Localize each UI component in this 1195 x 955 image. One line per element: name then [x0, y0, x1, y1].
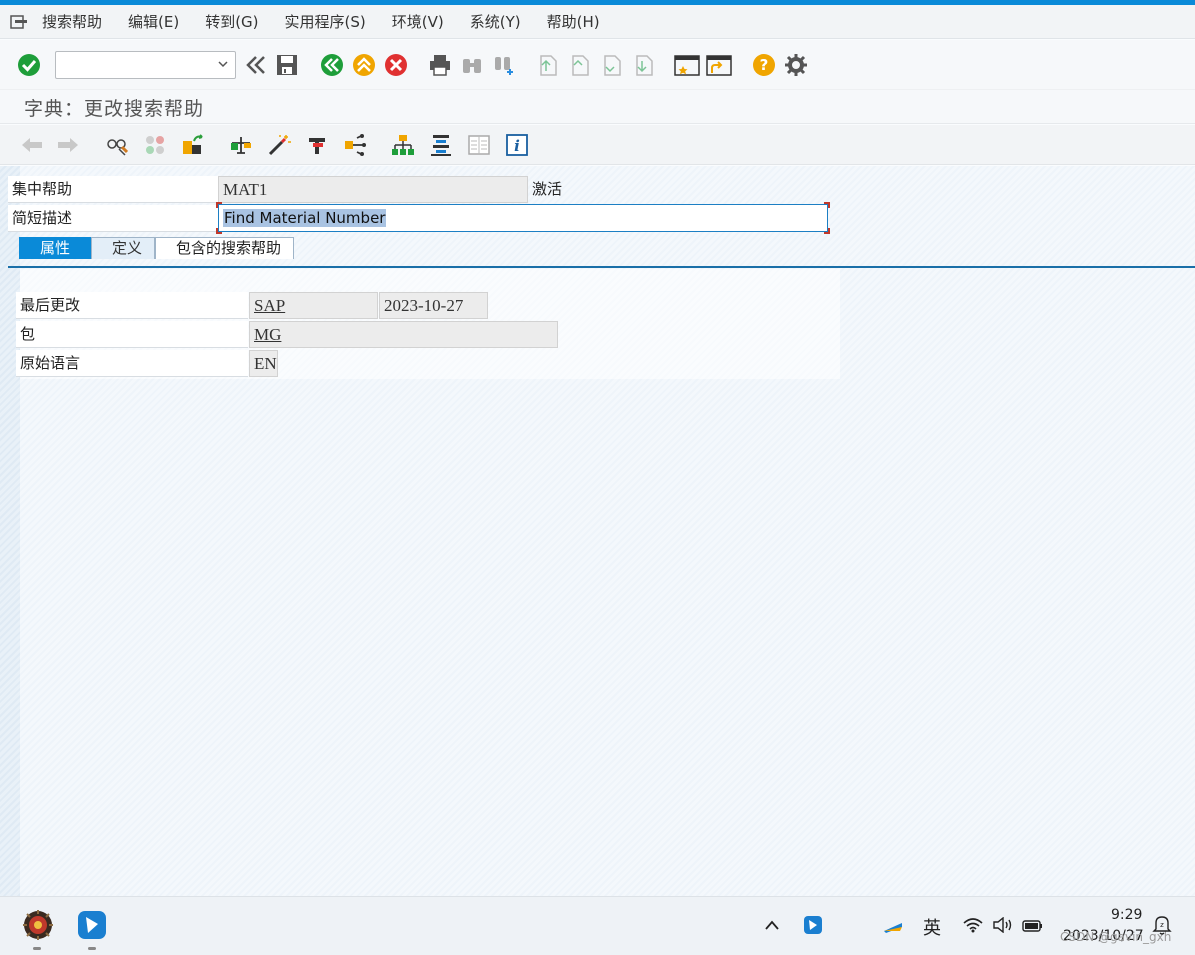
- short-description-input[interactable]: Find Material Number: [218, 204, 828, 232]
- command-field[interactable]: [55, 51, 236, 79]
- display-change-glasses-icon[interactable]: [105, 133, 129, 157]
- command-input[interactable]: [56, 52, 206, 78]
- feishu-app-icon[interactable]: [76, 909, 108, 941]
- tab-included-search-helps[interactable]: 包含的搜索帮助: [155, 237, 295, 259]
- last-page-icon[interactable]: [631, 52, 657, 78]
- new-session-icon[interactable]: [674, 52, 700, 78]
- cancel-icon[interactable]: [383, 52, 409, 78]
- help-icon[interactable]: ?: [751, 52, 777, 78]
- documentation-icon[interactable]: [467, 133, 491, 157]
- exit-icon[interactable]: [351, 52, 377, 78]
- original-language-field[interactable]: EN: [249, 350, 278, 377]
- svg-text:?: ?: [760, 56, 769, 74]
- running-indicator: [33, 947, 41, 950]
- align-list-icon[interactable]: [429, 133, 453, 157]
- check-scale-icon[interactable]: [229, 133, 253, 157]
- arrow-left-icon[interactable]: [20, 133, 44, 157]
- collective-help-field[interactable]: MAT1: [218, 176, 528, 203]
- collective-help-label: 集中帮助: [8, 176, 218, 203]
- package-value: MG: [254, 325, 282, 344]
- input-method-icon[interactable]: [882, 919, 904, 937]
- menu-help[interactable]: 帮助(H): [547, 11, 600, 32]
- print-icon[interactable]: [427, 52, 453, 78]
- ime-language[interactable]: 英: [923, 914, 941, 940]
- last-changed-by-field[interactable]: SAP: [249, 292, 378, 319]
- left-stripe: [0, 166, 20, 896]
- volume-icon[interactable]: [992, 916, 1014, 937]
- status-text: 激活: [532, 180, 563, 198]
- find-next-icon[interactable]: [491, 52, 517, 78]
- where-used-icon[interactable]: [343, 133, 367, 157]
- menu-system[interactable]: 系统(Y): [470, 11, 521, 32]
- active-inactive-icon[interactable]: [143, 133, 167, 157]
- find-icon[interactable]: [459, 52, 485, 78]
- focus-corner: [216, 228, 222, 234]
- focus-corner: [216, 202, 222, 208]
- page-title: 字典：更改搜索帮助: [24, 98, 205, 120]
- last-changed-label: 最后更改: [16, 292, 248, 319]
- menu-bar: 搜索帮助 编辑(E) 转到(G) 实用程序(S) 环境(V) 系统(Y) 帮助(…: [0, 5, 1195, 39]
- tab-strip: 属性 定义 包含的搜索帮助: [19, 237, 295, 259]
- standard-toolbar: ?: [0, 40, 1195, 90]
- chevron-up-icon[interactable]: [764, 917, 780, 935]
- short-description-value: Find Material Number: [223, 209, 387, 227]
- application-toolbar: i: [0, 125, 1195, 165]
- last-changed-by-value: SAP: [254, 296, 286, 315]
- last-changed-date-field[interactable]: 2023-10-27: [379, 292, 488, 319]
- chevron-down-icon[interactable]: [217, 59, 229, 69]
- sap-logon-app-icon[interactable]: [22, 909, 54, 941]
- arrow-right-icon[interactable]: [56, 133, 80, 157]
- tab-definition[interactable]: 定义: [91, 237, 156, 259]
- title-bar: 字典：更改搜索帮助: [0, 90, 1195, 124]
- feishu-tray-icon[interactable]: [803, 915, 823, 939]
- clock-time[interactable]: 9:29: [1111, 907, 1142, 923]
- hierarchy-icon[interactable]: [391, 133, 415, 157]
- menu-toggle-icon[interactable]: [10, 14, 28, 29]
- collapse-left-icon[interactable]: [243, 52, 269, 78]
- enter-check-icon[interactable]: [16, 52, 42, 78]
- tab-underline: [8, 266, 1195, 268]
- settings-gear-icon[interactable]: [783, 52, 809, 78]
- battery-icon[interactable]: [1022, 917, 1044, 937]
- original-language-label: 原始语言: [16, 350, 248, 377]
- running-indicator: [88, 947, 96, 950]
- short-description-label: 简短描述: [8, 205, 218, 232]
- menu-utilities[interactable]: 实用程序(S): [285, 11, 366, 32]
- tab-attributes[interactable]: 属性: [19, 237, 92, 259]
- wifi-icon[interactable]: [962, 917, 984, 937]
- svg-text:i: i: [514, 137, 520, 155]
- windows-taskbar: 英 9:29 2023/10/27 CSDN @gavin_gxh z: [0, 896, 1195, 955]
- menu-environment[interactable]: 环境(V): [392, 11, 444, 32]
- info-icon[interactable]: i: [505, 133, 529, 157]
- notification-icon[interactable]: z: [1152, 914, 1172, 940]
- next-page-icon[interactable]: [599, 52, 625, 78]
- object-list-icon[interactable]: [181, 133, 205, 157]
- svg-text:z: z: [1160, 921, 1164, 929]
- package-field[interactable]: MG: [249, 321, 558, 348]
- focus-corner: [824, 202, 830, 208]
- menu-edit[interactable]: 编辑(E): [128, 11, 179, 32]
- menu-search-help[interactable]: 搜索帮助: [42, 11, 102, 32]
- package-label: 包: [16, 321, 248, 348]
- shortcut-icon[interactable]: [706, 52, 732, 78]
- test-icon[interactable]: [305, 133, 329, 157]
- save-icon[interactable]: [274, 52, 300, 78]
- previous-page-icon[interactable]: [567, 52, 593, 78]
- first-page-icon[interactable]: [535, 52, 561, 78]
- focus-corner: [824, 228, 830, 234]
- menu-goto[interactable]: 转到(G): [205, 11, 258, 32]
- back-icon[interactable]: [319, 52, 345, 78]
- activate-wand-icon[interactable]: [267, 133, 291, 157]
